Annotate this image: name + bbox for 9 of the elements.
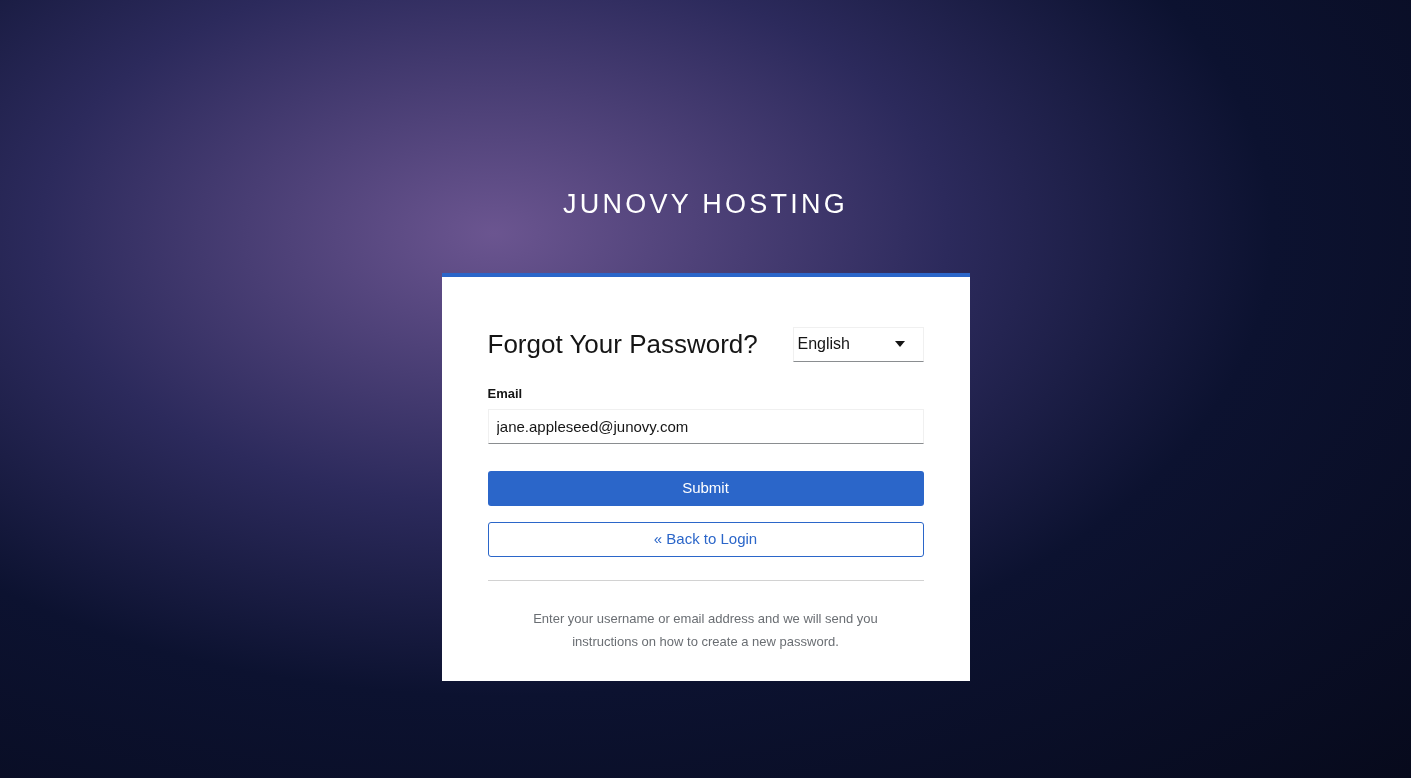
- email-field[interactable]: jane.appleseed@junovy.com: [487, 409, 924, 444]
- email-label: Email: [487, 384, 524, 403]
- brand-title: JUNOVY HOSTING: [563, 188, 848, 221]
- back-to-login-button[interactable]: « Back to Login: [487, 522, 924, 557]
- language-dropdown[interactable]: English: [792, 326, 924, 362]
- submit-button[interactable]: Submit: [487, 471, 924, 506]
- page-heading: Forgot Your Password?: [487, 327, 758, 361]
- caret-icon: [894, 341, 905, 347]
- instructions-text: Enter your username or email address and we will send you instructions on how to create a new password.: [532, 610, 879, 651]
